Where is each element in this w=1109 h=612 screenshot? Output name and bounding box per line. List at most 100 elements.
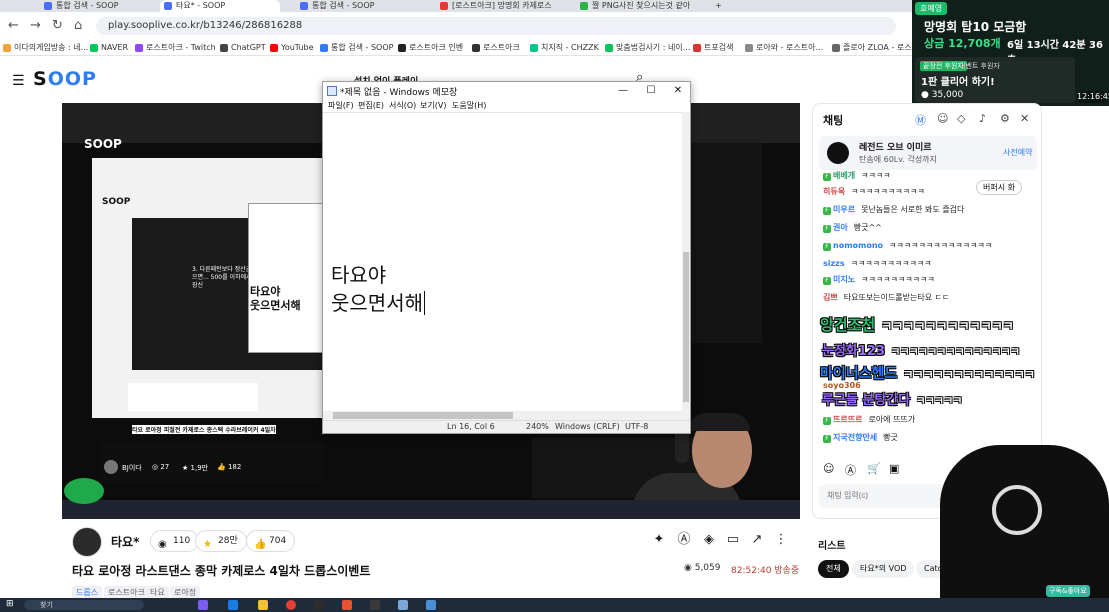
browser-tab[interactable]: 통합 검색 - SOOP	[296, 0, 426, 12]
star-balloon-pill[interactable]: ★ 28만	[195, 530, 247, 552]
browser-tab[interactable]: [로스트아크] 망명회 카제로스	[436, 0, 566, 12]
home-icon[interactable]: ⌂	[74, 18, 82, 33]
new-tab-button[interactable]: +	[712, 0, 726, 12]
share-icon[interactable]: ↗	[749, 532, 765, 548]
windows-start-icon[interactable]: ⊞	[6, 599, 14, 609]
notice-action[interactable]: 사전예약	[1003, 147, 1032, 158]
nested-notepad-line1: 타요야	[250, 285, 281, 298]
chat-nickname[interactable]: 권아	[833, 223, 848, 232]
bookmark-item[interactable]: 이다의게임방송 : 네...	[3, 41, 88, 55]
avatar[interactable]	[72, 527, 102, 557]
horizontal-scroll-thumb[interactable]	[333, 412, 513, 419]
close-icon[interactable]: ✕	[1020, 112, 1029, 125]
minimize-button[interactable]: —	[609, 82, 637, 100]
list-tab-all[interactable]: 전체	[818, 560, 849, 578]
more-icon[interactable]: ⋮	[773, 532, 789, 548]
chat-nickname[interactable]: nomomono	[833, 241, 883, 250]
chat-nickname[interactable]: 뜨르뜨르	[833, 415, 862, 424]
like-pill[interactable]: 👍 704	[246, 530, 296, 552]
list-tab-vod[interactable]: 타요*의 VOD	[852, 560, 915, 578]
overlay-chat-line: 마이너스헨드 ㅋㅋㅋㅋㅋㅋㅋㅋㅋㅋㅋㅋㅋ	[820, 363, 1035, 383]
browser-tab[interactable]: 짤 PNG사진 찾으시는것 같아	[576, 0, 706, 12]
maximize-button[interactable]: ☐	[637, 82, 665, 100]
menu-file[interactable]: 파일(F)	[328, 100, 354, 112]
chat-nickname[interactable]: 히듀욱	[823, 187, 845, 196]
gift-icon[interactable]: ✦	[651, 532, 667, 548]
reload-icon[interactable]: ↻	[52, 18, 63, 33]
bookmarks-bar: 이다의게임방송 : 네... NAVER 로스트아크 - Twitch Chat…	[0, 40, 919, 56]
translate-chip[interactable]: 버퍼시 화	[976, 180, 1022, 195]
app-icon[interactable]	[228, 600, 238, 610]
ad-icon[interactable]: Ⓐ	[676, 532, 692, 548]
app-icon[interactable]	[426, 600, 436, 610]
emoji-icon[interactable]: ☺	[823, 462, 834, 475]
bookmark-item[interactable]: 즐로아 ZLOA - 로스...	[832, 41, 919, 55]
chat-nickname[interactable]: 미우르	[833, 205, 855, 214]
chat-badge-icon[interactable]: Ⓜ	[915, 112, 926, 128]
horizontal-scrollbar[interactable]	[323, 411, 690, 420]
chat-nickname[interactable]: 배베개	[833, 171, 855, 180]
chat-text: 빵긋^^	[853, 223, 882, 232]
chat-nickname[interactable]: 김쁘	[823, 293, 838, 302]
bookmark-item[interactable]: 맞춤법검사기 : 네이...	[605, 41, 690, 55]
vertical-scroll-thumb[interactable]	[683, 252, 689, 402]
gift-icon[interactable]: ▣	[889, 462, 899, 475]
chat-text: ㅋㅋㅋㅋ	[861, 171, 891, 180]
pip-icon[interactable]: ▭	[725, 532, 741, 548]
bookmark-item[interactable]: 통합 검색 - SOOP	[320, 41, 393, 55]
browser-tab-active[interactable]: 타요* - SOOP	[160, 0, 280, 12]
users-icon[interactable]: ☺	[937, 112, 948, 125]
back-icon[interactable]: ←	[8, 18, 19, 33]
streamer-name[interactable]: 타요*	[111, 533, 139, 550]
browser-tab[interactable]: 통합 검색 - SOOP	[40, 0, 160, 12]
app-icon[interactable]	[314, 600, 324, 610]
notepad-line: 웃으면서해	[331, 291, 425, 315]
cart-icon[interactable]: 🛒	[867, 462, 881, 475]
folder-icon[interactable]	[258, 600, 268, 610]
gear-icon[interactable]: ⚙	[1000, 112, 1010, 125]
menu-help[interactable]: 도움말(H)	[452, 100, 486, 112]
app-icon[interactable]	[370, 600, 380, 610]
vertical-scrollbar[interactable]	[682, 112, 690, 412]
broadcast-uptime: 82:52:40 방송중	[731, 566, 800, 576]
bookmark-item[interactable]: ChatGPT	[220, 41, 266, 55]
tag-icon[interactable]: ◇	[957, 112, 965, 125]
menu-icon[interactable]: ☰	[12, 73, 25, 89]
widget-panel: 끝장전 후원자 이벤트 후원자 1판 클리어 하기! ● 35,000	[915, 57, 1075, 103]
menu-format[interactable]: 서식(O)	[389, 100, 416, 112]
bookmark-item[interactable]: 로아와 - 로스트아...	[745, 41, 823, 55]
app-icon[interactable]	[198, 600, 208, 610]
notepad-window[interactable]: *제목 없음 - Windows 메모장 — ☐ ✕ 파일(F) 편집(E) 서…	[322, 81, 691, 434]
app-icon[interactable]	[342, 600, 352, 610]
chat-nickname[interactable]: sizzs	[823, 259, 845, 268]
viewer-count-pill[interactable]: ◉ 110	[150, 530, 200, 552]
nested-notepad	[248, 203, 323, 353]
notepad-statusbar: Ln 16, Col 6 240% Windows (CRLF) UTF-8	[323, 420, 690, 433]
menu-view[interactable]: 보기(V)	[420, 100, 446, 112]
forward-icon[interactable]: →	[30, 18, 41, 33]
bookmark-item[interactable]: 로스트아크 인벤	[398, 41, 463, 55]
ad-icon[interactable]: Ⓐ	[845, 462, 856, 478]
bookmark-item[interactable]: 로스트아크 - Twitch	[135, 41, 216, 55]
bookmark-item[interactable]: YouTube	[270, 41, 314, 55]
chat-nickname[interactable]: 미지노	[833, 275, 855, 284]
sticker-icon[interactable]: ◈	[701, 532, 717, 548]
bookmark-item[interactable]: 치지직 - CHZZK	[530, 41, 599, 55]
url-field[interactable]: play.sooplive.co.kr/b13246/286816288	[96, 17, 896, 35]
close-button[interactable]: ✕	[664, 82, 692, 100]
chat-nickname[interactable]: 지국전향만세	[833, 433, 877, 442]
taskbar-search[interactable]: 찾기	[24, 600, 144, 610]
bookmark-item[interactable]: 트포검색	[693, 41, 733, 55]
chrome-icon[interactable]	[286, 600, 296, 610]
chat-notice[interactable]: 레전드 오브 이미르 탄솜에 60Lv. 각성까지 사전예약	[819, 136, 1037, 170]
bell-icon[interactable]: ♪	[979, 112, 986, 125]
nested-avatar	[104, 460, 118, 474]
bookmark-item[interactable]: 로스트아크	[472, 41, 520, 55]
menu-edit[interactable]: 편집(E)	[358, 100, 384, 112]
bookmark-item[interactable]: NAVER	[90, 41, 128, 55]
notepad-titlebar[interactable]: *제목 없음 - Windows 메모장 — ☐ ✕	[323, 82, 690, 100]
notepad-editor[interactable]: 타요야 웃으면서해	[323, 112, 682, 412]
notepad-icon	[327, 86, 337, 96]
soop-logo[interactable]: SOOP	[33, 68, 97, 90]
notepad-taskbar-icon[interactable]	[398, 600, 408, 610]
